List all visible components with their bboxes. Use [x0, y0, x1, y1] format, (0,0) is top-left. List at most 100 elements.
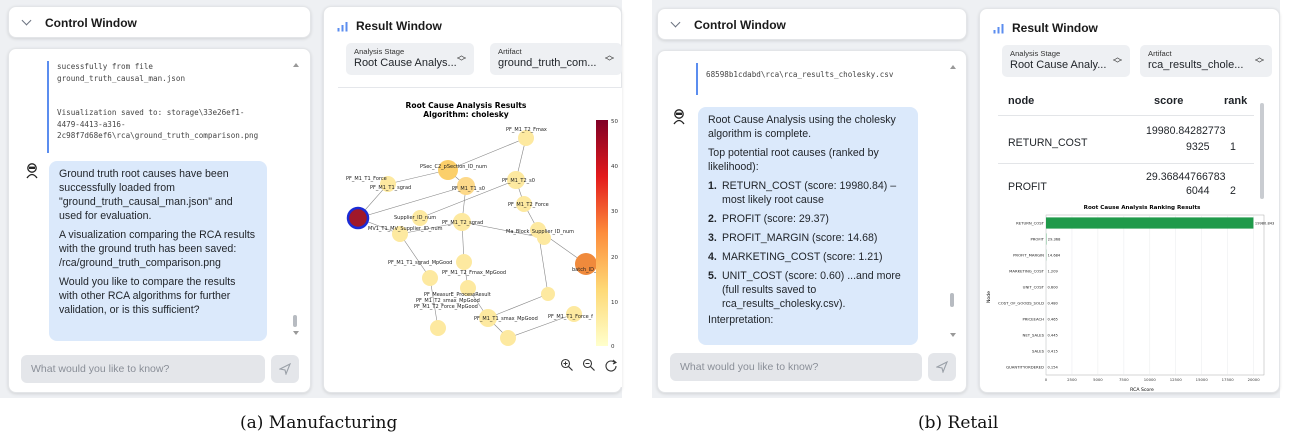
list-item: 1. RETURN_COST (score: 19980.84) – most l…	[708, 180, 897, 206]
table-header: score	[1154, 95, 1184, 107]
bar-value-label: 0.600	[1048, 285, 1059, 289]
analysis-stage-select[interactable]: Analysis Stage Root Cause Analys... ︿ ﹀	[346, 43, 474, 75]
node-label: PF_M1_T1_sgrad_MpGood	[388, 260, 452, 266]
result-window: Result Window Analysis Stage Root Cause …	[979, 8, 1280, 393]
code-block-bar	[696, 63, 698, 95]
node-label: Supplier_ID_num	[394, 215, 436, 221]
node-label: PF_M1_T2_Force_MpGood	[414, 304, 478, 310]
message-paragraph: A visualization comparing the RCA result…	[59, 229, 256, 269]
colorbar-ticks: 50 40 30 20 10 0	[611, 119, 618, 350]
artifact-select[interactable]: Artifact rca_results_chole... ︿ ﹀	[1140, 45, 1272, 77]
chevron-down-icon	[670, 17, 681, 28]
message-paragraph: Interpretation:	[708, 314, 774, 326]
chat-input[interactable]: What would you like to know?	[670, 353, 922, 381]
control-window-header[interactable]: Control Window	[657, 8, 967, 40]
control-window-body: 68598b1cdabd\rca\rca_results_cholesky.cs…	[657, 50, 967, 393]
table-header: rank	[1224, 95, 1248, 107]
robot-icon	[673, 109, 685, 125]
select-label: Analysis Stage	[1010, 49, 1061, 58]
code-block-bar	[47, 61, 49, 153]
graph-node	[438, 160, 458, 180]
control-window-body: sucessfully from file ground_truth_causa…	[8, 48, 311, 393]
control-window-title: Control Window	[45, 16, 137, 30]
x-tick-label: 5000	[1093, 377, 1103, 382]
graph-node	[541, 287, 555, 301]
result-window: Result Window Analysis Stage Root Cause …	[323, 6, 622, 393]
graph-node-root	[346, 206, 370, 230]
y-tick-label: NET_SALES	[1023, 332, 1045, 337]
message-paragraph: Ground truth root causes have been succe…	[59, 168, 233, 222]
x-tick-label: 2500	[1067, 377, 1077, 382]
node-label: PF_M1_T1_smax_MpGood	[474, 316, 538, 322]
x-tick-label: 7500	[1119, 377, 1129, 382]
artifact-select[interactable]: Artifact ground_truth_com... ︿ ﹀	[490, 43, 622, 75]
graph-node	[430, 320, 446, 336]
y-tick-label: RETURN_COST	[1016, 220, 1045, 225]
node-label: PF_M1_T2_Fmax_MpGood	[442, 270, 506, 276]
list-item: 2. PROFIT (score: 29.37)	[708, 213, 829, 225]
bar-value-label: 0.154	[1048, 365, 1059, 369]
table-cell: 1	[1230, 141, 1236, 153]
x-tick-label: 10000	[1144, 377, 1157, 382]
code-line: 2c98f7d68ef6\rca\ground_truth_comparison…	[57, 131, 259, 140]
table-cell: 6044	[1186, 185, 1210, 197]
assistant-message: Ground truth root causes have been succe…	[49, 161, 267, 341]
bar-chart-icon	[993, 24, 1004, 34]
table-cell: 29.36844766783	[1146, 171, 1226, 183]
y-tick-label: PROFIT	[1030, 236, 1044, 241]
scrollbar[interactable]	[950, 65, 956, 340]
bar-value-label: 0.415	[1048, 349, 1058, 353]
node-label: PF_M1_T2_sgrad	[442, 220, 483, 226]
send-icon	[936, 361, 948, 373]
x-tick-label: 20000	[1248, 377, 1261, 382]
updown-chevron-icon: ︿ ﹀	[456, 50, 466, 67]
bar-value-label: 19980.843	[1255, 221, 1274, 225]
bar-value-label: 0.480	[1048, 301, 1059, 305]
select-value: Root Cause Analys...	[354, 57, 457, 69]
graph-node	[422, 270, 438, 286]
table-cell: 19980.84282773	[1146, 125, 1226, 137]
send-button[interactable]	[928, 353, 956, 381]
select-label: Artifact	[1148, 49, 1172, 58]
bar-value-label: 0.445	[1048, 333, 1058, 337]
control-window-header[interactable]: Control Window	[8, 6, 311, 38]
node-label: MV1_T1_MV_Supplier_ID_num	[368, 226, 443, 232]
colorbar	[596, 120, 608, 346]
plot-frame	[1045, 214, 1265, 376]
code-line: sucessfully from file	[57, 62, 154, 71]
chat-input[interactable]: What would you like to know?	[21, 355, 265, 383]
code-block: sucessfully from file ground_truth_causa…	[57, 61, 258, 142]
send-button[interactable]	[271, 355, 299, 383]
x-tick-label: 0	[1045, 377, 1048, 382]
node-label: PF_M1_T2_s0	[502, 178, 535, 184]
y-axis-label: Node	[986, 291, 992, 303]
bar-value-label: 0.465	[1048, 317, 1058, 321]
graph-subtitle: Algorithm: cholesky	[423, 110, 509, 119]
table-scrollbar[interactable]	[1260, 103, 1264, 199]
y-tick-label: PROFIT_MARGIN	[1013, 252, 1044, 257]
control-window-title: Control Window	[694, 18, 786, 32]
colorbar-tick: 0	[611, 344, 615, 350]
select-value: ground_truth_com...	[498, 57, 597, 69]
graph-viewer[interactable]: Root Cause Analysis Results Algorithm: c…	[338, 87, 622, 387]
table-cell: PROFIT	[1008, 181, 1047, 193]
y-tick-label: SALES	[1032, 348, 1045, 353]
message-paragraph: Root Cause Analysis using the cholesky a…	[708, 114, 896, 140]
y-tick-label: QUANTITYORDERED	[1006, 364, 1044, 369]
result-window-title: Result Window	[1012, 21, 1098, 35]
y-tick-label: UNIT_COST	[1023, 284, 1045, 289]
send-icon	[279, 363, 291, 375]
reset-view-icon[interactable]	[604, 358, 618, 372]
zoom-out-icon[interactable]	[582, 358, 596, 372]
scrollbar[interactable]	[293, 63, 299, 338]
list-item: 5. UNIT_COST (score: 0.60) ...and more (f…	[708, 270, 901, 310]
graph-title: Root Cause Analysis Results	[406, 101, 527, 110]
bar	[1046, 217, 1254, 229]
chart-title: Root Cause Analysis Ranking Results	[1084, 205, 1201, 211]
bar-chart-icon	[337, 22, 348, 32]
x-tick-label: 12500	[1170, 377, 1183, 382]
zoom-in-icon[interactable]	[560, 358, 574, 372]
code-line: Visualization saved to: storage\33e26ef1…	[57, 108, 245, 117]
analysis-stage-select[interactable]: Analysis Stage Root Cause Analy... ︿ ﹀	[1002, 45, 1130, 77]
node-label: PF_M1_T2_Force	[508, 202, 549, 208]
